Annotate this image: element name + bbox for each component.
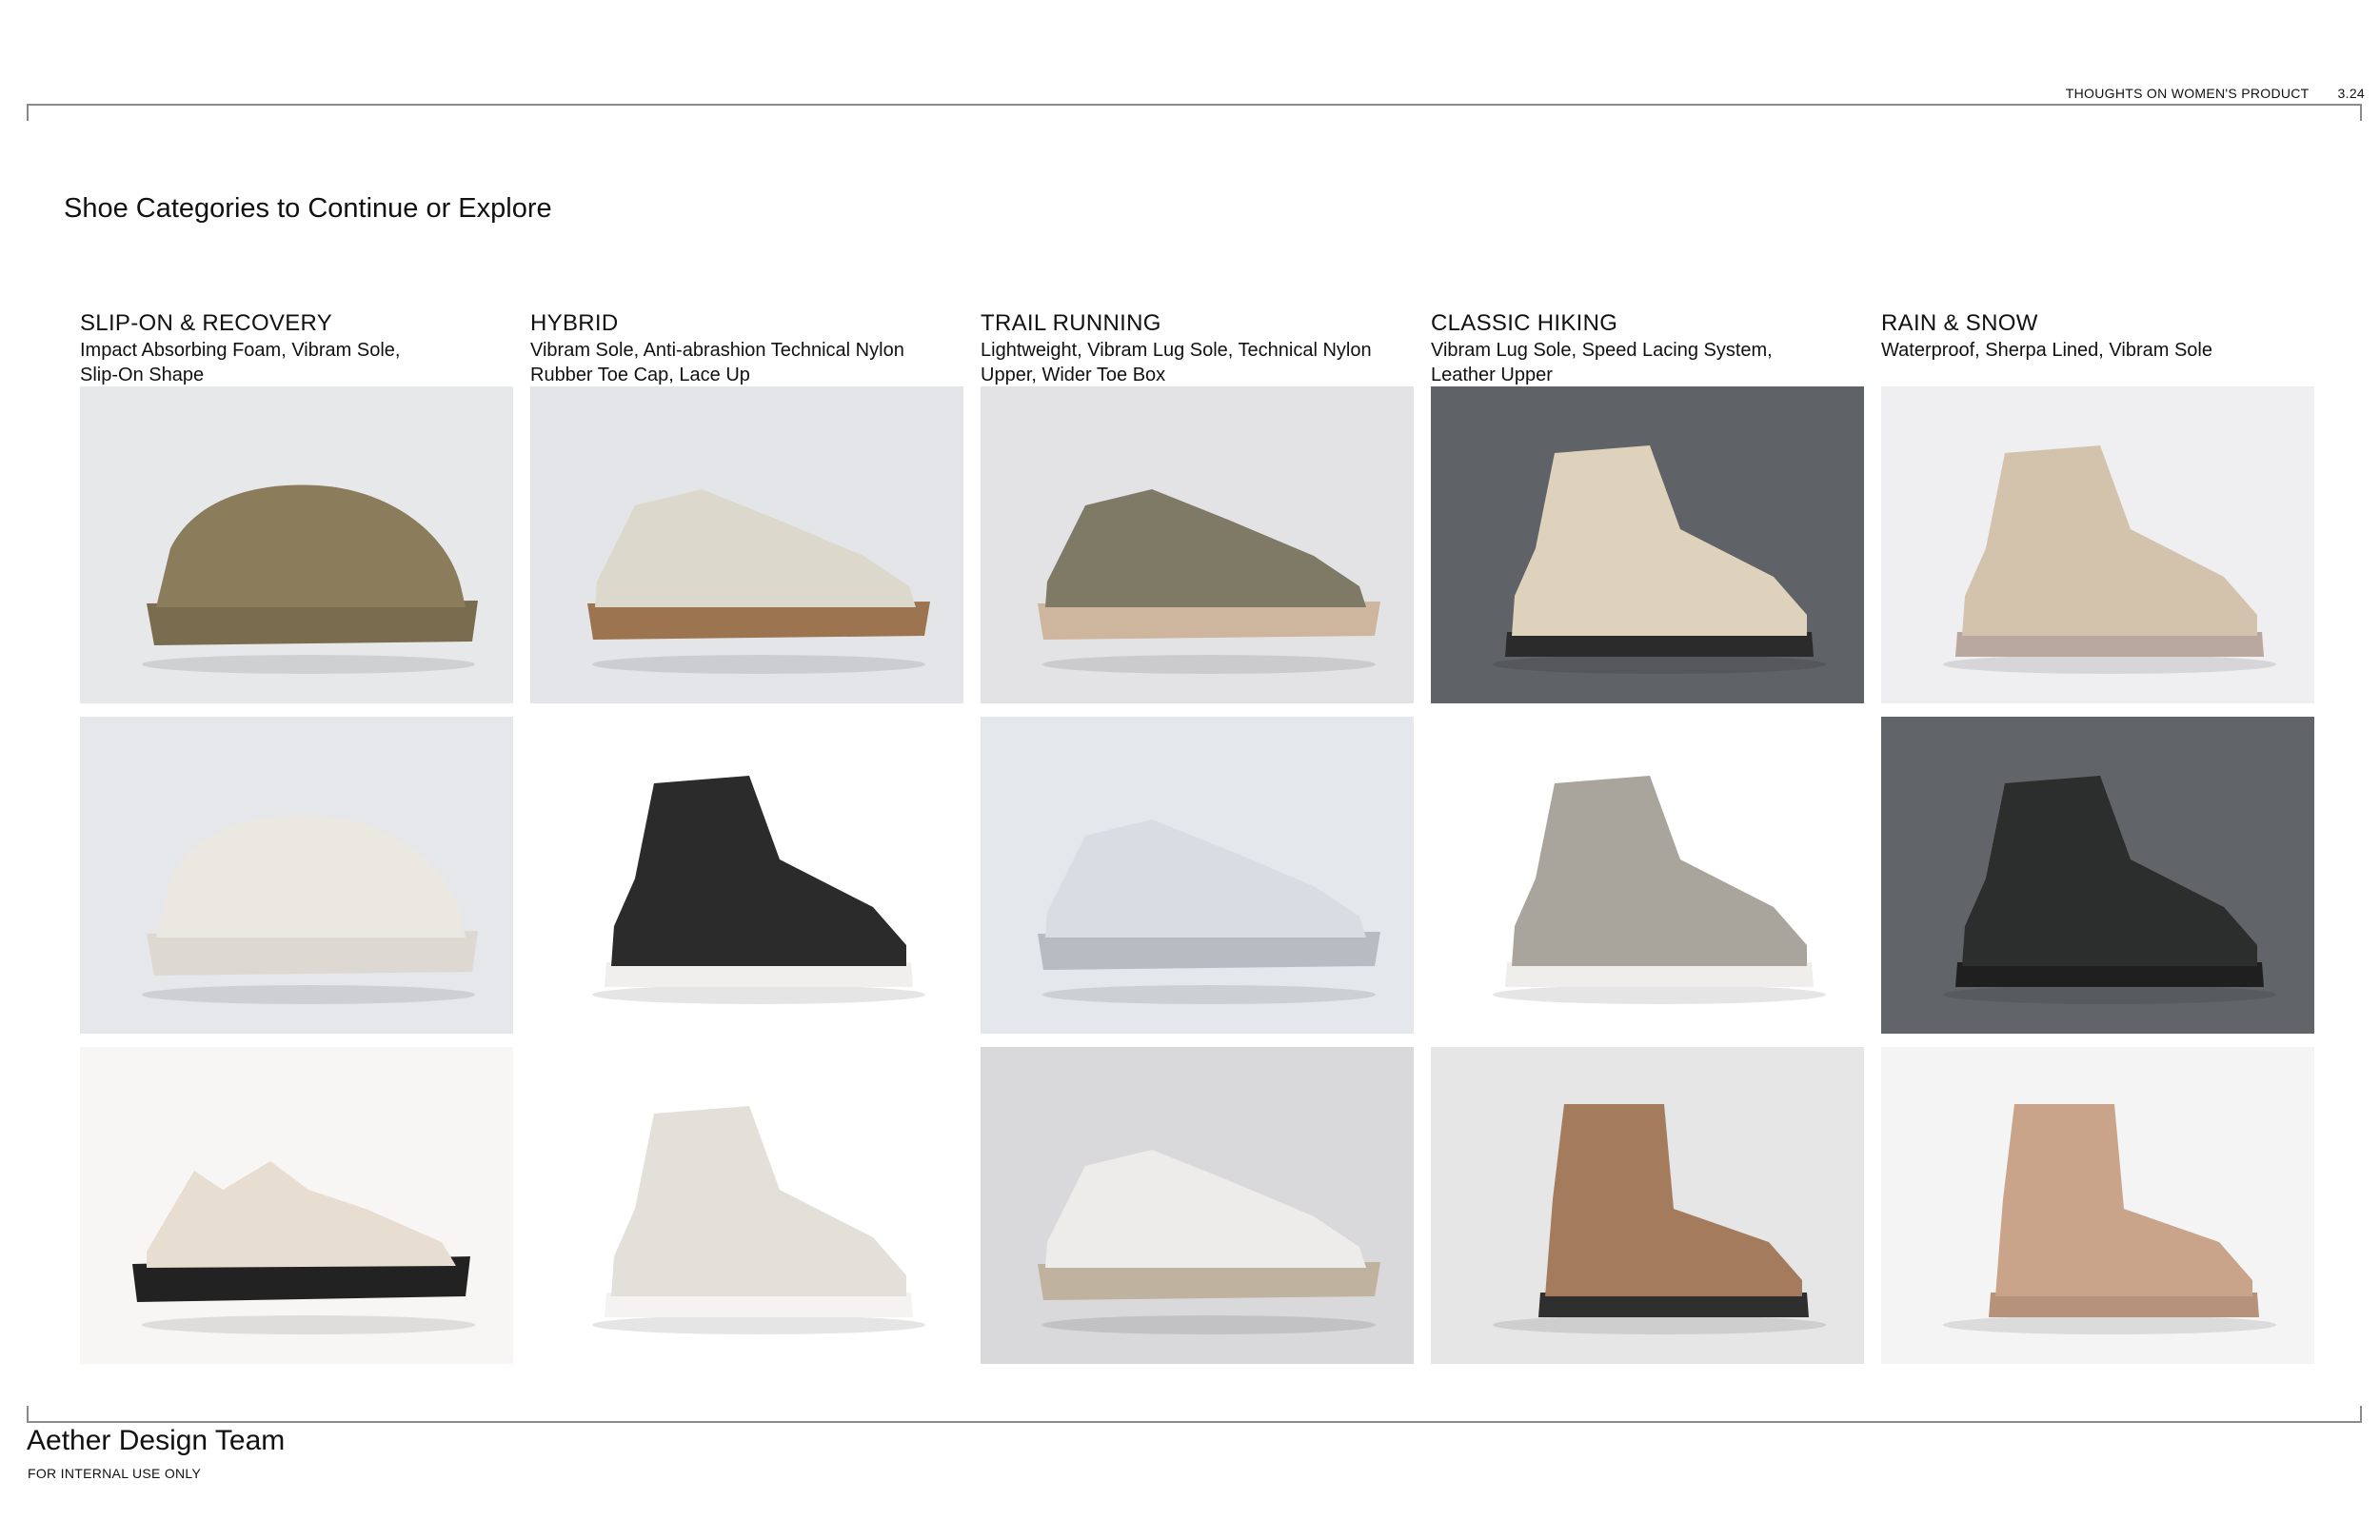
bottom-frame-rule xyxy=(27,1406,2362,1423)
shoe-upper xyxy=(1512,445,1807,636)
shoe-upper xyxy=(611,1106,906,1296)
category-name: RAIN & SNOW xyxy=(1881,310,2038,336)
shoe-shadow xyxy=(142,1315,475,1334)
category-description-line: Upper, Wider Toe Box xyxy=(981,365,1166,385)
category-name: CLASSIC HIKING xyxy=(1431,310,1618,336)
shoe-shadow xyxy=(1042,655,1376,674)
category-column: CLASSIC HIKING Vibram Lug Sole, Speed La… xyxy=(1431,310,1864,1377)
shoe-shadow xyxy=(1943,985,2276,1004)
shoe-image-tile xyxy=(981,717,1414,1034)
document-title: THOUGHTS ON WOMEN'S PRODUCT xyxy=(2065,86,2310,101)
shoe-shadow xyxy=(1943,655,2276,674)
cream-hybrid-shoe-image xyxy=(587,489,930,674)
shoe-upper xyxy=(156,484,466,607)
black-rain-boots-image xyxy=(1943,776,2276,1004)
category-description-line: Slip-On Shape xyxy=(80,365,205,385)
shoe-shadow xyxy=(1042,1315,1376,1334)
shoe-image-tile xyxy=(981,386,1414,703)
category-header: RAIN & SNOW Waterproof, Sherpa Lined, Vi… xyxy=(1881,310,2314,386)
category-header: HYBRID Vibram Sole, Anti-abrashion Techn… xyxy=(530,310,963,386)
shoe-shadow xyxy=(592,1315,925,1334)
shoe-shadow xyxy=(1493,655,1826,674)
shoe-upper xyxy=(611,776,906,966)
beige-snow-boot-image xyxy=(1943,445,2276,674)
olive-strap-clog-image xyxy=(142,484,478,674)
shoe-sole xyxy=(147,601,478,645)
page-number: 3.24 xyxy=(2337,86,2365,101)
category-column: RAIN & SNOW Waterproof, Sherpa Lined, Vi… xyxy=(1881,310,2314,1377)
shoe-image-tile xyxy=(530,717,963,1034)
shoe-image-tile xyxy=(1881,1047,2314,1364)
olive-trail-runner-image xyxy=(1038,489,1380,674)
category-column: SLIP-ON & RECOVERY Impact Absorbing Foam… xyxy=(80,310,513,1377)
shoe-upper xyxy=(156,815,466,938)
category-grid: SLIP-ON & RECOVERY Impact Absorbing Foam… xyxy=(80,310,2314,1377)
shoe-shadow xyxy=(592,985,925,1004)
shoe-image-tile xyxy=(981,1047,1414,1364)
shoe-image-tile xyxy=(80,386,513,703)
footer-note: FOR INTERNAL USE ONLY xyxy=(28,1466,202,1481)
shoe-shadow xyxy=(142,655,475,674)
category-description-line: Vibram Sole, Anti-abrashion Technical Ny… xyxy=(530,340,904,361)
silver-trail-runner-image xyxy=(1038,819,1380,1004)
shoe-image-tile xyxy=(530,386,963,703)
category-name: HYBRID xyxy=(530,310,619,336)
category-description-line: Impact Absorbing Foam, Vibram Sole, xyxy=(80,340,401,361)
shoe-image-tile xyxy=(1431,717,1864,1034)
grey-suede-hiking-boot-image xyxy=(1493,776,1826,1004)
shoe-image-tile xyxy=(80,1047,513,1364)
shoe-upper xyxy=(1995,1104,2252,1296)
top-frame-rule xyxy=(27,104,2362,121)
category-column: HYBRID Vibram Sole, Anti-abrashion Techn… xyxy=(530,310,963,1377)
category-description-line: Waterproof, Sherpa Lined, Vibram Sole xyxy=(1881,340,2212,361)
category-description-line: Leather Upper xyxy=(1431,365,1553,385)
chloe-strap-sandal-image xyxy=(132,1161,475,1334)
category-header: CLASSIC HIKING Vibram Lug Sole, Speed La… xyxy=(1431,310,1864,386)
category-column: TRAIL RUNNING Lightweight, Vibram Lug So… xyxy=(981,310,1414,1377)
category-description-line: Lightweight, Vibram Lug Sole, Technical … xyxy=(981,340,1372,361)
beige-hiking-boots-image xyxy=(1493,445,1826,674)
category-name: SLIP-ON & RECOVERY xyxy=(80,310,333,336)
shoe-image-tile xyxy=(1881,386,2314,703)
shoe-shadow xyxy=(592,655,925,674)
white-mule-clog-image xyxy=(142,815,478,1004)
shoe-upper xyxy=(1512,776,1807,966)
shoe-image-tile xyxy=(530,1047,963,1364)
shoe-sole xyxy=(147,931,478,976)
shoe-upper xyxy=(1962,776,2257,966)
document-header: THOUGHTS ON WOMEN'S PRODUCT 3.24 xyxy=(2066,86,2365,101)
page-title: Shoe Categories to Continue or Explore xyxy=(64,193,552,224)
category-header: TRAIL RUNNING Lightweight, Vibram Lug So… xyxy=(981,310,1414,386)
shoe-shadow xyxy=(1493,1315,1826,1334)
white-hiking-sneaker-image xyxy=(592,1106,925,1334)
shoe-image-tile xyxy=(1431,1047,1864,1364)
category-name: TRAIL RUNNING xyxy=(981,310,1161,336)
black-hiking-boot-image xyxy=(592,776,925,1004)
shoe-shadow xyxy=(1493,985,1826,1004)
shoe-image-tile xyxy=(80,717,513,1034)
shoe-shadow xyxy=(142,985,475,1004)
category-description-line: Rubber Toe Cap, Lace Up xyxy=(530,365,750,385)
shoe-upper xyxy=(1545,1104,1802,1296)
category-header: SLIP-ON & RECOVERY Impact Absorbing Foam… xyxy=(80,310,513,386)
shoe-upper xyxy=(1045,489,1366,607)
cream-trail-runner-image xyxy=(1038,1150,1380,1334)
shoe-upper xyxy=(1962,445,2257,636)
shoe-upper xyxy=(1045,1150,1366,1268)
shoe-image-tile xyxy=(1431,386,1864,703)
footer-brand: Aether Design Team xyxy=(27,1425,286,1456)
shoe-upper xyxy=(1045,819,1366,938)
tan-chelsea-boot-image xyxy=(1493,1104,1826,1334)
shoe-shadow xyxy=(1943,1315,2276,1334)
shoe-upper xyxy=(147,1161,456,1268)
shoe-image-tile xyxy=(1881,717,2314,1034)
shoe-upper xyxy=(595,489,916,607)
shoe-shadow xyxy=(1042,985,1376,1004)
shearling-rain-boots-image xyxy=(1943,1104,2276,1334)
category-description-line: Vibram Lug Sole, Speed Lacing System, xyxy=(1431,340,1773,361)
